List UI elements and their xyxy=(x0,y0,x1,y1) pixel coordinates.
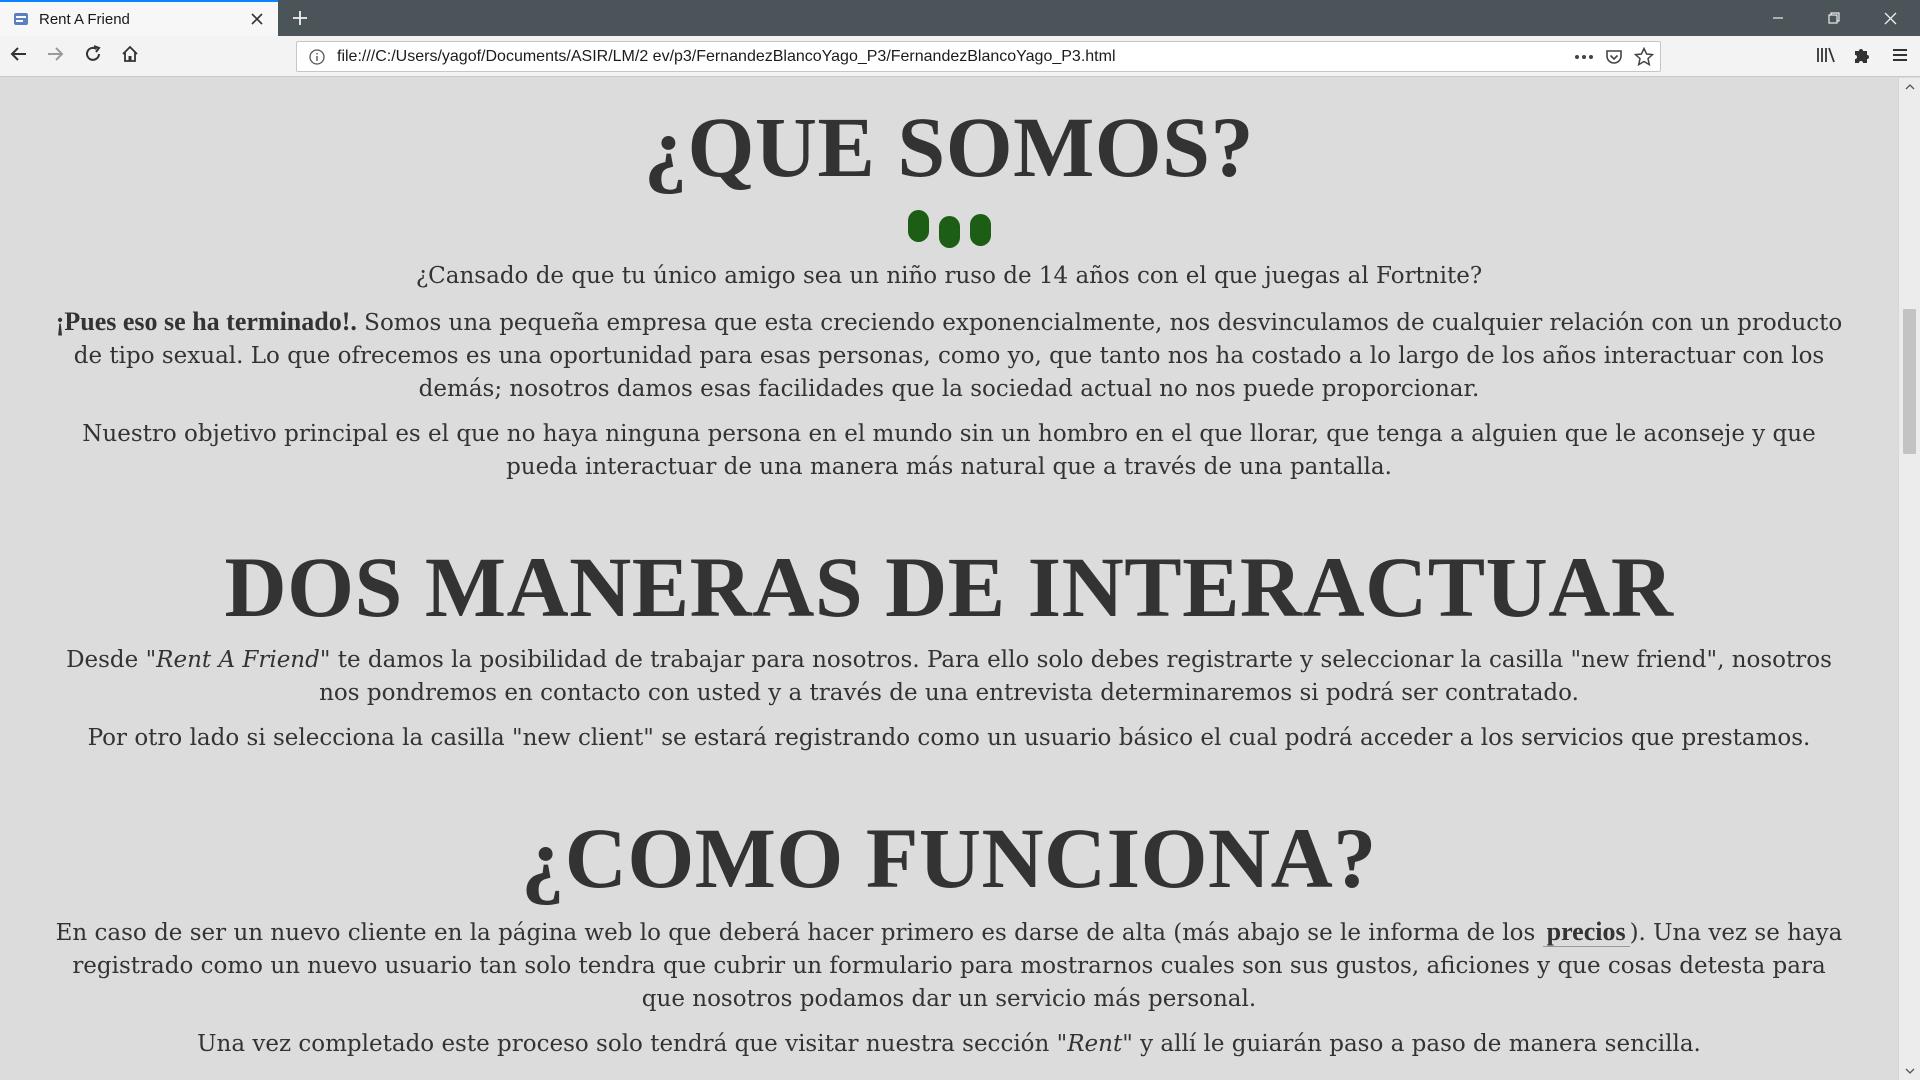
about-paragraph: ¡Pues eso se ha terminado!. Somos una pe… xyxy=(48,305,1850,406)
rent-section-name: "Rent" xyxy=(1056,1031,1133,1057)
more-icon[interactable] xyxy=(1570,44,1598,70)
work-paragraph: Desde "Rent A Friend" te damos la posibi… xyxy=(48,644,1850,710)
rent-paragraph: Una vez completado este proceso solo ten… xyxy=(48,1028,1850,1061)
navigation-toolbar: file:///C:/Users/yagof/Documents/ASIR/LM… xyxy=(0,36,1920,77)
chevron-up-icon[interactable] xyxy=(1899,78,1920,96)
dot-icon xyxy=(907,210,929,242)
howto-paragraph: En caso de ser un nuevo cliente en la pá… xyxy=(48,915,1850,1016)
library-icon xyxy=(1816,46,1836,68)
library-button[interactable] xyxy=(1812,43,1840,71)
restore-button[interactable] xyxy=(1806,0,1862,36)
back-button[interactable] xyxy=(6,43,32,69)
dot-icon xyxy=(969,214,991,246)
hamburger-icon xyxy=(1891,47,1909,67)
work-text-a: Desde xyxy=(66,647,146,673)
section-title-que-somos: ¿QUE SOMOS? xyxy=(644,99,1254,195)
arrow-left-icon xyxy=(10,45,28,67)
objective-paragraph: Nuestro objetivo principal es el que no … xyxy=(82,421,1816,480)
rent-text-b: y allí le guiarán paso a paso de manera … xyxy=(1132,1031,1701,1057)
dot-icon xyxy=(938,216,960,248)
new-tab-button[interactable] xyxy=(286,4,314,32)
chevron-down-icon[interactable] xyxy=(1899,1062,1920,1080)
favicon-icon xyxy=(13,11,29,27)
howto-text-a: En caso de ser un nuevo cliente en la pá… xyxy=(55,920,1543,946)
puzzle-icon xyxy=(1852,45,1872,69)
minimize-button[interactable] xyxy=(1750,0,1806,36)
brand-name: "Rent A Friend" xyxy=(145,647,331,673)
reload-button[interactable] xyxy=(80,43,106,69)
url-text[interactable]: file:///C:/Users/yagof/Documents/ASIR/LM… xyxy=(337,48,1570,66)
extensions-button[interactable] xyxy=(1848,43,1876,71)
intro-paragraph: ¿Cansado de que tu único amigo sea un ni… xyxy=(415,263,1483,289)
menu-button[interactable] xyxy=(1886,43,1914,71)
reload-icon xyxy=(84,45,102,67)
close-window-button[interactable] xyxy=(1862,0,1918,36)
url-bar[interactable]: file:///C:/Users/yagof/Documents/ASIR/LM… xyxy=(296,41,1661,72)
tab-strip: Rent A Friend xyxy=(0,0,1920,36)
arrow-right-icon xyxy=(46,45,64,67)
close-icon[interactable] xyxy=(245,7,269,31)
scrollbar-thumb[interactable] xyxy=(1903,309,1916,454)
page-viewport: ¿QUE SOMOS? ¿Cansado de que tu único ami… xyxy=(0,78,1898,1080)
section-title-como-funciona: ¿COMO FUNCIONA? xyxy=(521,810,1377,906)
star-icon[interactable] xyxy=(1630,44,1658,70)
about-highlight: ¡Pues eso se ha terminado!. xyxy=(55,307,357,336)
decorative-dots xyxy=(48,210,1850,248)
client-paragraph: Por otro lado si selecciona la casilla "… xyxy=(87,725,1811,751)
home-button[interactable] xyxy=(117,43,143,69)
pocket-icon[interactable] xyxy=(1600,44,1628,70)
section-title-dos-maneras: DOS MANERAS DE INTERACTUAR xyxy=(224,539,1674,635)
tab-active[interactable]: Rent A Friend xyxy=(0,0,278,36)
precios-link[interactable]: precios xyxy=(1542,917,1630,947)
home-icon xyxy=(121,45,139,67)
work-text-b: te damos la posibilidad de trabajar para… xyxy=(319,647,1832,706)
page-content: ¿QUE SOMOS? ¿Cansado de que tu único ami… xyxy=(0,78,1898,1061)
vertical-scrollbar[interactable] xyxy=(1898,78,1920,1080)
info-icon[interactable] xyxy=(307,47,327,67)
forward-button[interactable] xyxy=(42,43,68,69)
tab-title: Rent A Friend xyxy=(39,10,130,28)
rent-text-a: Una vez completado este proceso solo ten… xyxy=(197,1031,1057,1057)
